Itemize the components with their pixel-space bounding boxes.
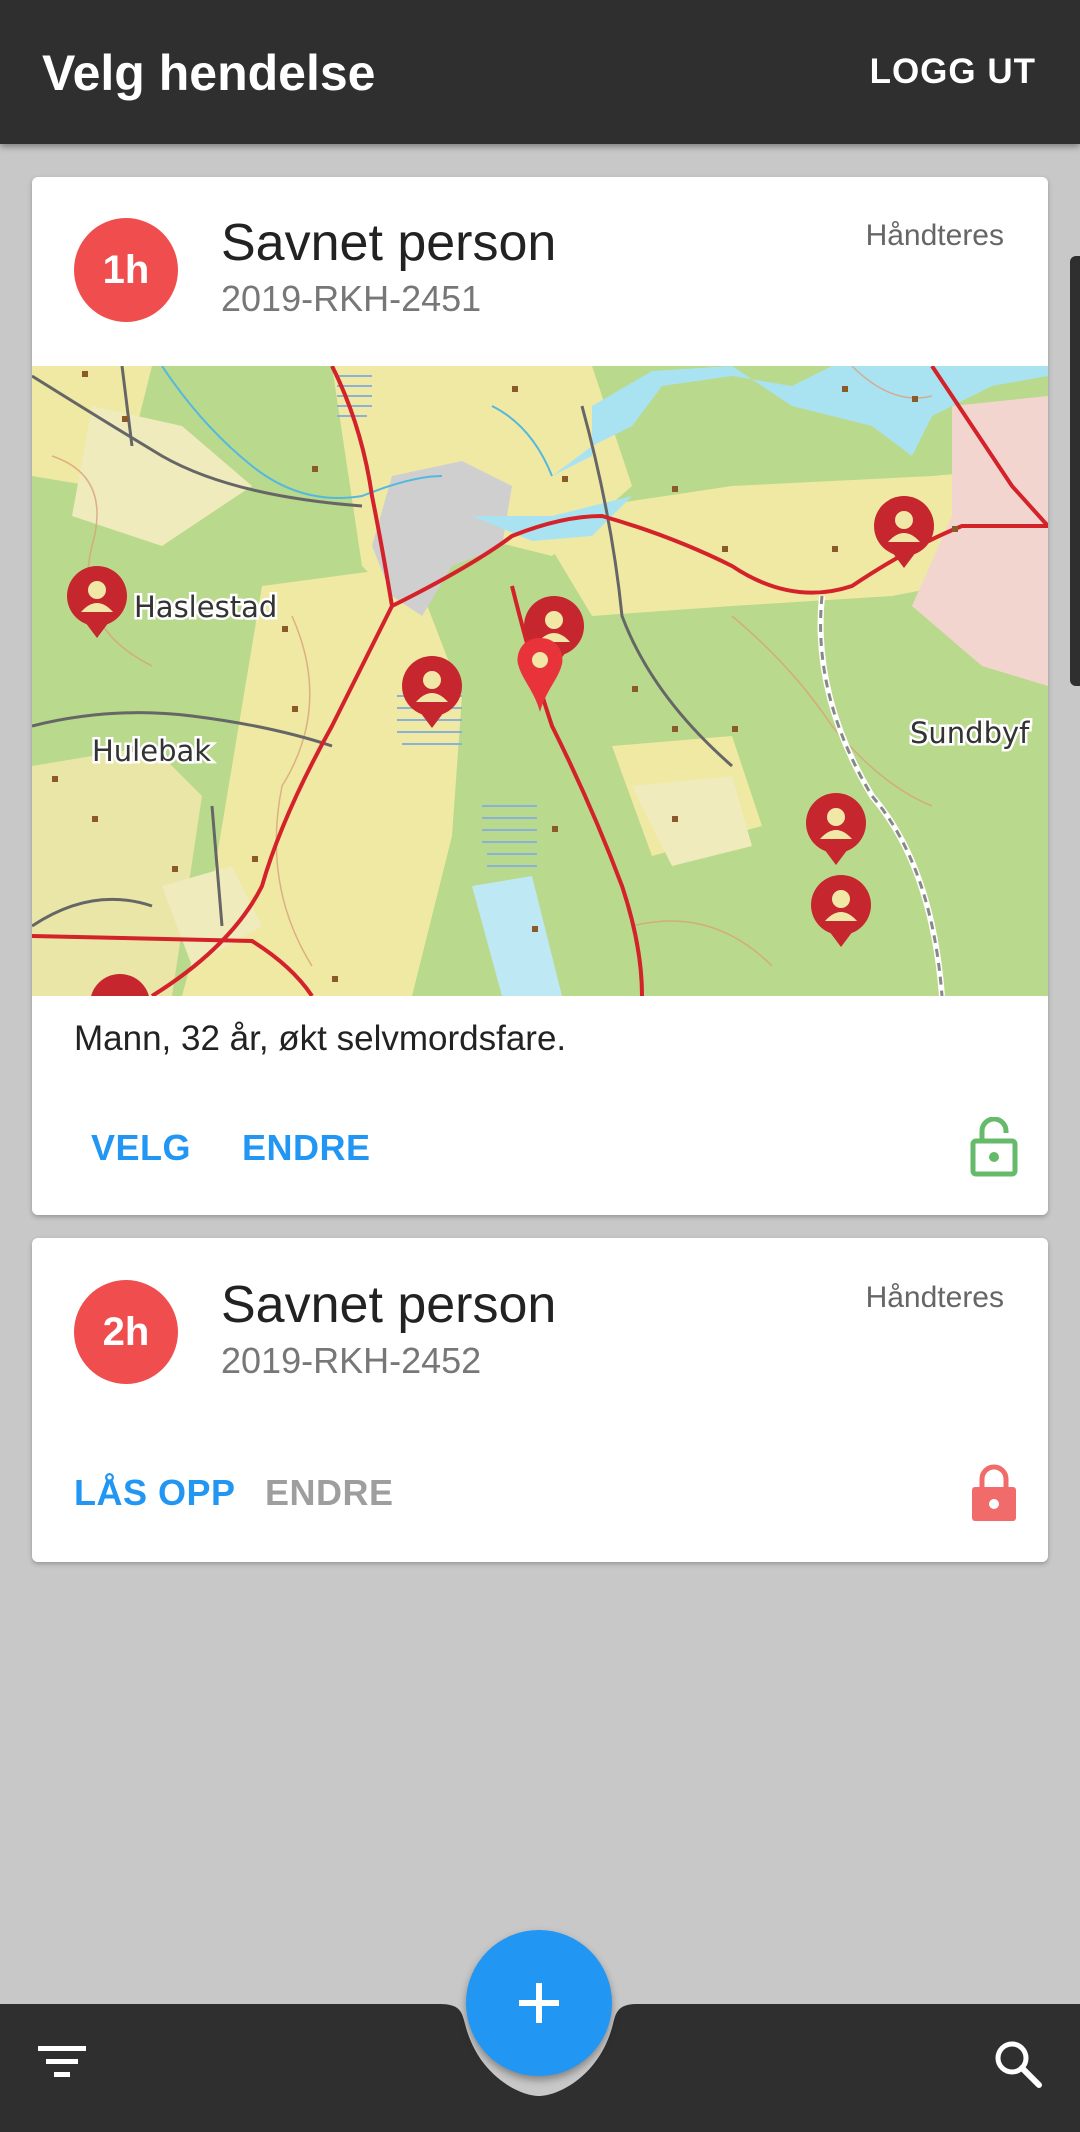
- incident-title: Savnet person: [221, 214, 557, 272]
- side-drawer-handle[interactable]: [1070, 256, 1080, 686]
- incident-description: Mann, 32 år, økt selvmordsfare.: [74, 1019, 567, 1058]
- unlock-icon[interactable]: [970, 1117, 1018, 1177]
- page-title: Velg hendelse: [42, 45, 376, 101]
- incident-badge: 1h: [74, 218, 178, 322]
- map-label-haslestad: Haslestad: [134, 590, 277, 624]
- incident-card[interactable]: 2h Savnet person 2019-RKH-2452 Håndteres…: [32, 1238, 1048, 1562]
- select-button[interactable]: VELG: [91, 1127, 191, 1169]
- lock-icon[interactable]: [970, 1463, 1018, 1523]
- status-label: Håndteres: [865, 219, 1004, 252]
- filter-icon[interactable]: [36, 2042, 90, 2087]
- incident-card[interactable]: 1h Savnet person 2019-RKH-2451 Håndteres: [32, 177, 1048, 1215]
- unlock-button[interactable]: LÅS OPP: [74, 1472, 236, 1514]
- search-icon[interactable]: [992, 2038, 1044, 2095]
- map-label-sundbyf: Sundbyf: [910, 716, 1030, 750]
- incident-reference: 2019-RKH-2452: [221, 1340, 482, 1381]
- status-label: Håndteres: [865, 1281, 1004, 1314]
- incident-badge: 2h: [74, 1280, 178, 1384]
- logout-button[interactable]: LOGG UT: [870, 52, 1036, 92]
- add-icon: [519, 1983, 559, 2023]
- incident-map[interactable]: Haslestad Hulebak Sundbyf: [32, 364, 1048, 1034]
- edit-button[interactable]: ENDRE: [242, 1127, 371, 1169]
- edit-button: ENDRE: [265, 1472, 394, 1513]
- app-bar: Velg hendelse LOGG UT: [0, 0, 1080, 144]
- incident-title: Savnet person: [221, 1276, 557, 1334]
- map-label-hulebak: Hulebak: [92, 734, 211, 768]
- add-button[interactable]: [466, 1930, 612, 2076]
- incident-reference: 2019-RKH-2451: [221, 278, 482, 319]
